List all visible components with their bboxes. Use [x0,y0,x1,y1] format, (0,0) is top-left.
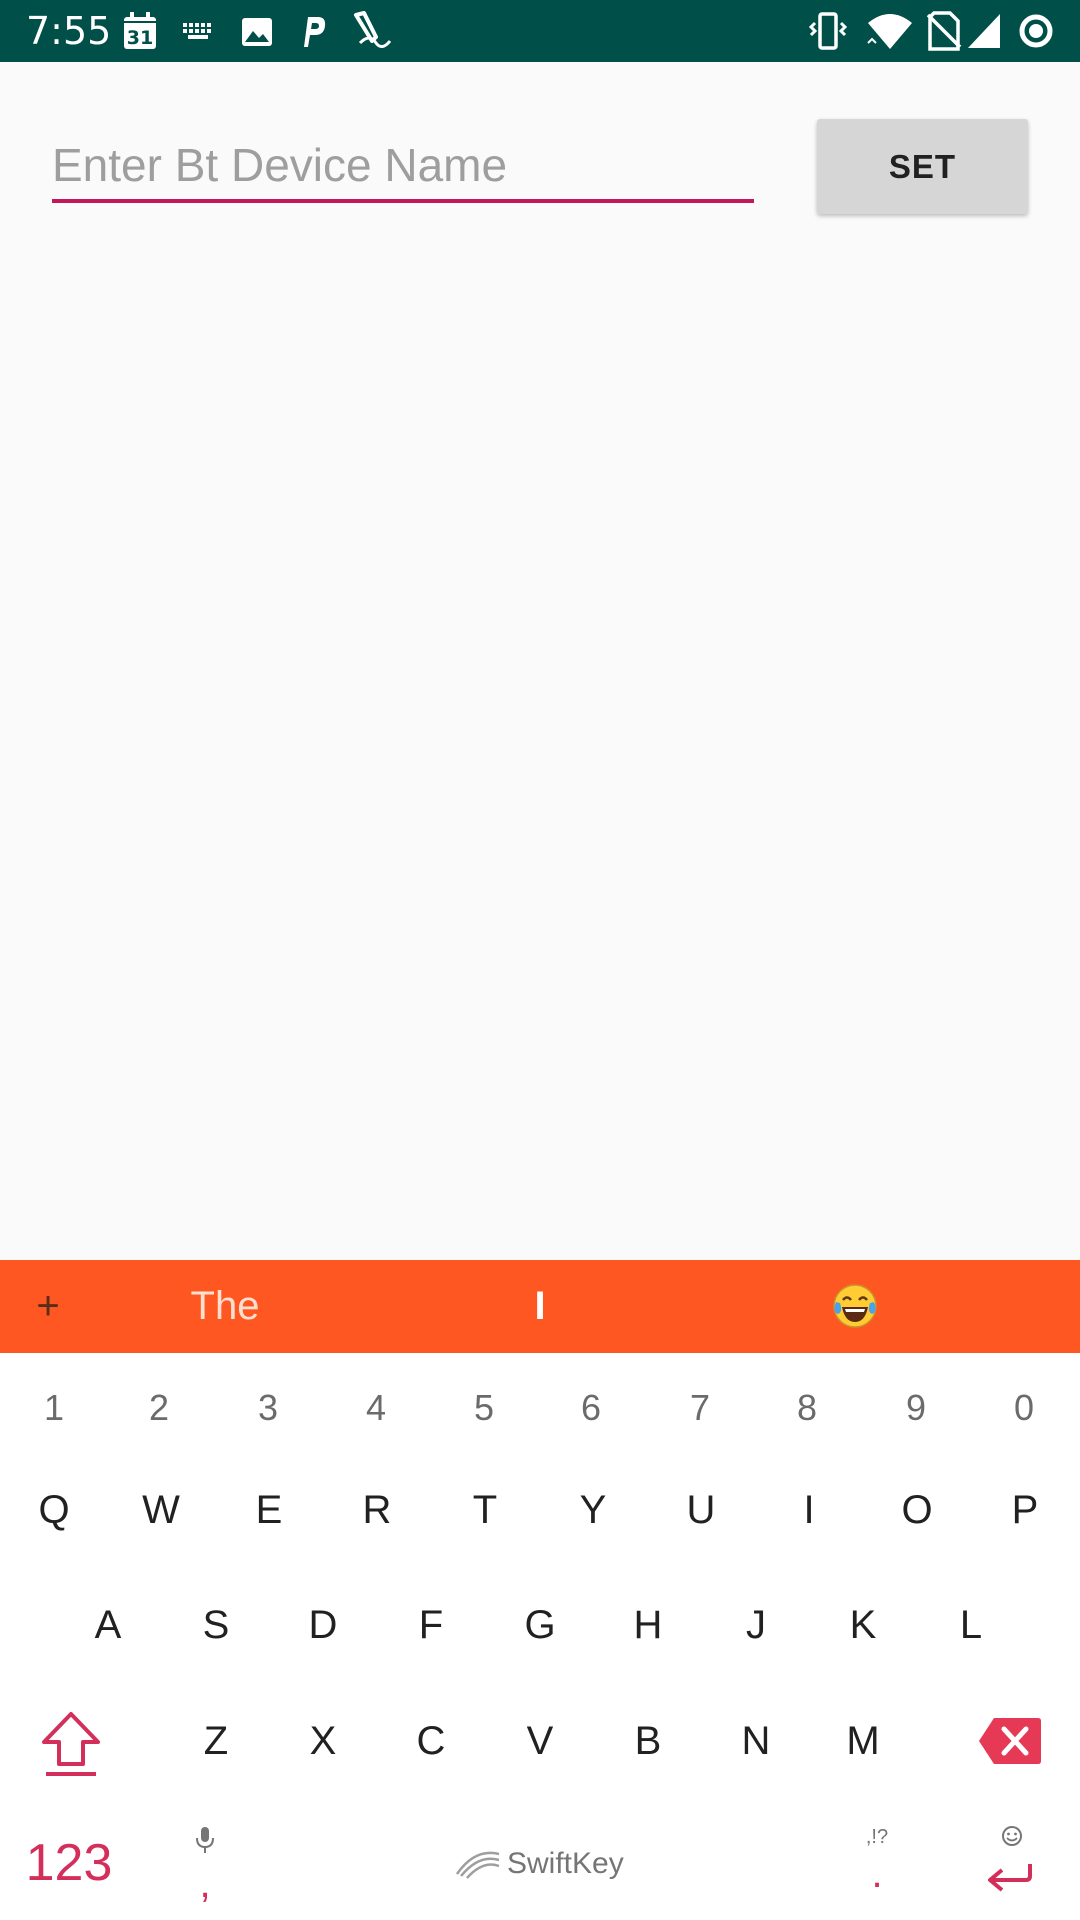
add-toolbar-button[interactable]: + [20,1260,76,1353]
key-k[interactable]: K [823,1590,903,1660]
key-u[interactable]: U [661,1475,741,1545]
suggestion-emoji[interactable] [800,1260,910,1353]
key-8[interactable]: 8 [777,1380,837,1436]
vibrate-icon [808,12,848,50]
key-0[interactable]: 0 [994,1380,1054,1436]
enter-key[interactable] [984,1826,1040,1916]
key-m[interactable]: M [823,1706,903,1776]
swiftkey-logo-icon [455,1851,500,1879]
key-e[interactable]: E [229,1475,309,1545]
key-3[interactable]: 3 [238,1380,298,1436]
comma-label: , [199,1862,211,1906]
swiftkey-brand: SwiftKey [507,1847,624,1880]
key-1[interactable]: 1 [24,1380,84,1436]
calendar-icon: 31 [124,12,156,49]
key-q[interactable]: Q [14,1475,94,1545]
keyboard-icon [183,23,211,39]
key-t[interactable]: T [445,1475,525,1545]
key-h[interactable]: H [608,1590,688,1660]
key-s[interactable]: S [176,1590,256,1660]
tears-of-joy-emoji-icon [833,1284,877,1328]
key-7[interactable]: 7 [670,1380,730,1436]
image-icon [242,18,272,46]
backspace-icon [979,1718,1041,1764]
key-x[interactable]: X [283,1706,363,1776]
key-r[interactable]: R [337,1475,417,1545]
key-j[interactable]: J [716,1590,796,1660]
key-5[interactable]: 5 [454,1380,514,1436]
calendar-day: 31 [127,27,153,49]
key-p[interactable]: P [985,1475,1065,1545]
pen-icon [354,11,392,48]
suggestion-center[interactable]: I [440,1260,640,1353]
status-bar: 7:55 31 [0,0,1080,62]
wifi-icon [867,14,912,49]
key-y[interactable]: Y [553,1475,633,1545]
comma-key[interactable]: , [176,1826,234,1916]
key-6[interactable]: 6 [561,1380,621,1436]
device-name-input-underline [52,199,754,203]
period-label: . [871,1852,883,1896]
set-button[interactable]: SET [817,119,1028,214]
backspace-key[interactable] [978,1716,1042,1766]
shift-icon [42,1712,100,1776]
period-key[interactable]: ,!? . [852,1826,902,1916]
key-w[interactable]: W [121,1475,201,1545]
status-time: 7:55 [26,9,112,53]
key-f[interactable]: F [391,1590,471,1660]
signal-icon [968,14,1000,48]
key-b[interactable]: B [608,1706,688,1776]
key-4[interactable]: 4 [346,1380,406,1436]
suggestion-left[interactable]: The [130,1260,320,1353]
parking-icon [304,17,326,47]
key-v[interactable]: V [500,1706,580,1776]
shift-key[interactable] [38,1708,104,1778]
enter-emoji-combo-icon [988,1826,1032,1892]
no-sim-icon [926,11,962,51]
microphone-icon [196,1827,214,1853]
key-2[interactable]: 2 [129,1380,189,1436]
device-name-input[interactable] [52,130,754,200]
key-9[interactable]: 9 [886,1380,946,1436]
key-z[interactable]: Z [176,1706,256,1776]
key-g[interactable]: G [500,1590,580,1660]
key-n[interactable]: N [716,1706,796,1776]
space-bar[interactable]: SwiftKey [455,1838,625,1890]
punctuation-hint: ,!? [865,1826,889,1848]
key-d[interactable]: D [283,1590,363,1660]
sync-ring-icon [1019,14,1053,48]
key-l[interactable]: L [931,1590,1011,1660]
key-c[interactable]: C [391,1706,471,1776]
symbols-mode-key[interactable]: 123 [16,1828,122,1898]
key-i[interactable]: I [769,1475,849,1545]
key-a[interactable]: A [68,1590,148,1660]
key-o[interactable]: O [877,1475,957,1545]
